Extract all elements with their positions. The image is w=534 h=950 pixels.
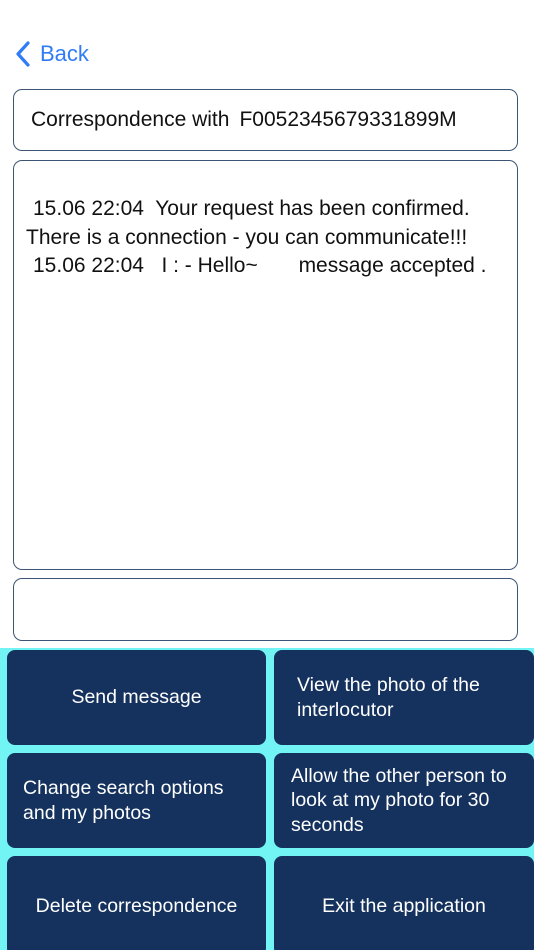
allow-photo-view-label: Allow the other person to look at my pho… [291,764,507,836]
allow-photo-view-button[interactable]: Allow the other person to look at my pho… [274,753,534,848]
delete-correspondence-button[interactable]: Delete correspondence [7,856,266,950]
partner-id: F0052345679331899M [239,108,457,131]
action-button-panel: Send message View the photo of the inter… [0,648,534,950]
exit-application-button[interactable]: Exit the application [274,856,534,950]
header-prefix: Correspondence with [31,108,230,131]
messages-area[interactable]: 15.06 22:04 Your request has been confir… [13,160,518,570]
back-label: Back [40,41,89,66]
back-button[interactable]: Back [14,38,89,70]
send-message-button[interactable]: Send message [7,650,266,745]
message-input[interactable] [13,578,518,641]
delete-correspondence-label: Delete correspondence [35,894,238,917]
change-search-options-label: Change search options and my photos [23,777,224,824]
exit-application-label: Exit the application [322,894,486,917]
message-line: 15.06 22:04 Your request has been confir… [33,197,470,220]
send-message-label: Send message [71,686,202,709]
chat-screen: Back Correspondence with F00523456793318… [0,0,534,950]
correspondence-header: Correspondence with F0052345679331899M [13,89,518,151]
message-line: There is a connection - you can communic… [26,225,468,249]
chevron-left-icon [14,40,32,68]
view-photo-button[interactable]: View the photo of the interlocutor [274,650,534,745]
view-photo-label: View the photo of the interlocutor [297,674,480,721]
change-search-options-button[interactable]: Change search options and my photos [7,753,266,848]
message-line: 15.06 22:04 I : - Hello~ message accepte… [33,254,487,277]
